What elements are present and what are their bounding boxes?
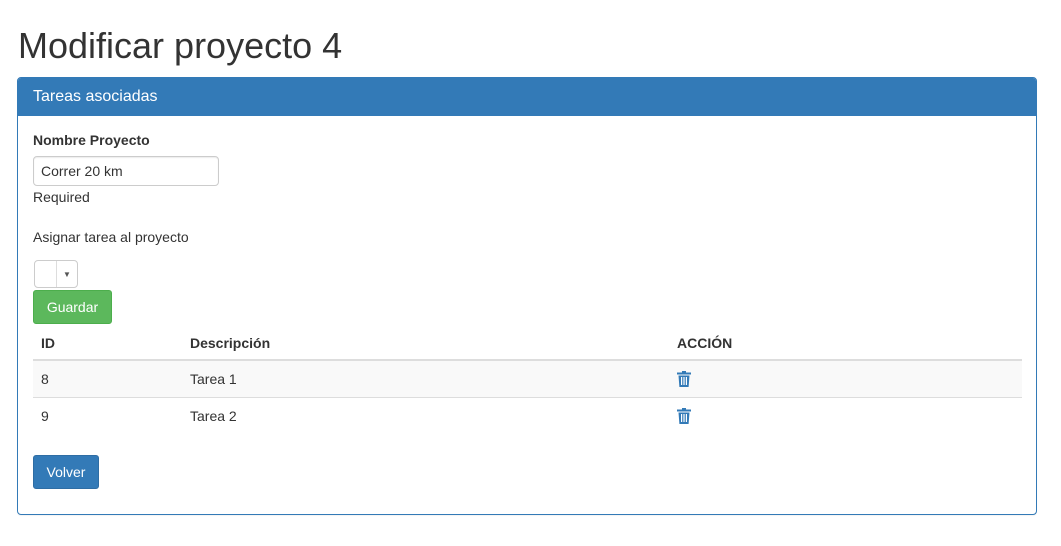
- panel-heading: Tareas asociadas: [18, 78, 1036, 116]
- tasks-panel: Tareas asociadas Nombre Proyecto Require…: [17, 77, 1037, 515]
- project-name-input[interactable]: [33, 156, 219, 186]
- row-id: 8: [33, 359, 182, 397]
- table-row: 8 Tarea 1: [33, 359, 1022, 397]
- page-title: Modificar proyecto 4: [18, 25, 343, 66]
- assign-task-label: Asignar tarea al proyecto: [33, 229, 189, 245]
- row-id: 9: [33, 396, 182, 434]
- row-description: Tarea 2: [182, 396, 669, 434]
- save-button[interactable]: Guardar: [33, 290, 112, 324]
- row-description: Tarea 1: [182, 359, 669, 397]
- header-action: ACCIÓN: [669, 326, 1022, 361]
- header-id: ID: [33, 326, 182, 361]
- back-button[interactable]: Volver: [33, 455, 99, 489]
- required-help-text: Required: [33, 189, 90, 205]
- tasks-table: ID Descripción ACCIÓN 8 Tarea 1 9 Tarea …: [33, 326, 1022, 434]
- table-header-row: ID Descripción ACCIÓN: [33, 326, 1022, 361]
- header-description: Descripción: [182, 326, 669, 361]
- assign-task-value: [35, 261, 57, 287]
- row-action: [669, 396, 1022, 434]
- project-name-label: Nombre Proyecto: [33, 132, 150, 148]
- trash-icon[interactable]: [677, 371, 691, 388]
- assign-task-select[interactable]: ▼: [34, 260, 78, 288]
- caret-down-icon: ▼: [63, 269, 71, 279]
- row-action: [669, 359, 1022, 397]
- table-row: 9 Tarea 2: [33, 396, 1022, 434]
- trash-icon[interactable]: [677, 408, 691, 425]
